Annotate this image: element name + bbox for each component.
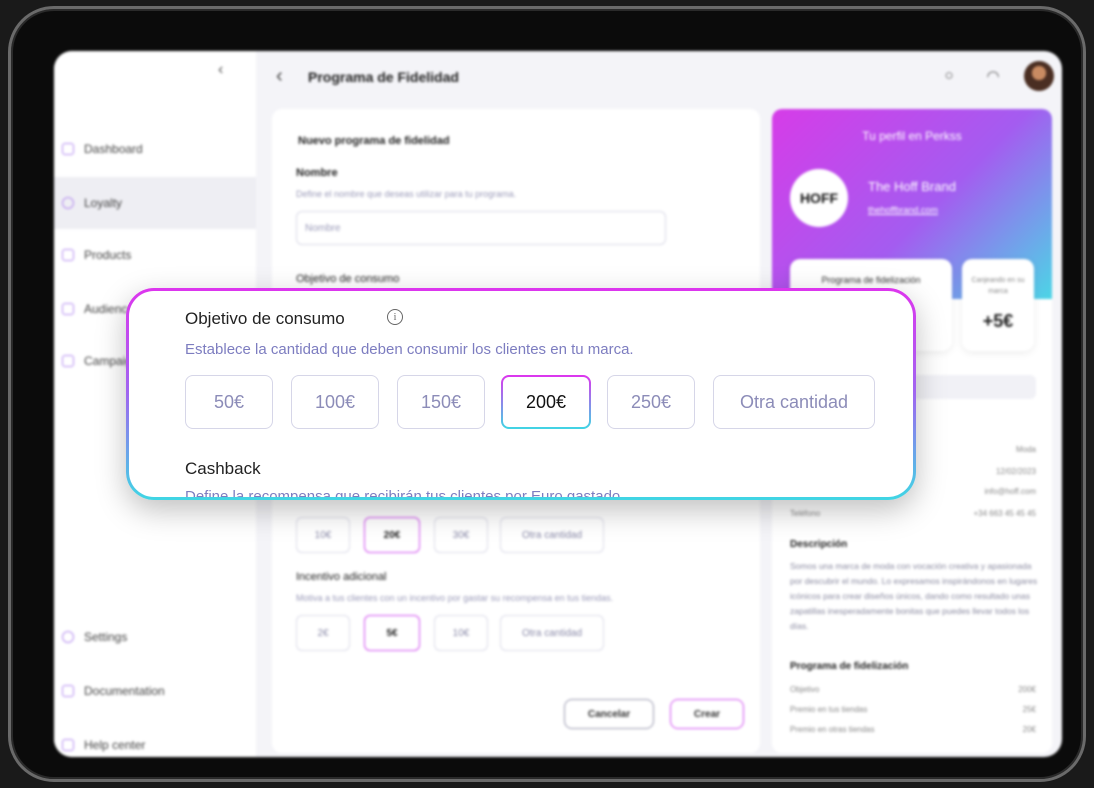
info-row: Teléfono +34 663 45 45 45	[790, 509, 1036, 518]
sidebar-item-label: Products	[84, 248, 132, 262]
sidebar-item-products[interactable]: Products	[54, 229, 256, 281]
sidebar-item-label: Loyalty	[84, 196, 123, 210]
goal-option-200[interactable]: 200€	[501, 375, 591, 429]
name-label: Nombre	[296, 167, 338, 179]
cashback-help-text: Define la recompensa que recibirán tus c…	[185, 488, 625, 497]
stat-program-label: Programa de fidelización	[821, 275, 921, 285]
bell-icon[interactable]: ◠	[984, 67, 1002, 85]
form-title: Nuevo programa de fidelidad	[298, 135, 450, 147]
gear-icon	[62, 631, 74, 643]
box-icon	[62, 249, 74, 261]
cashback-option-other[interactable]: Otra cantidad	[500, 517, 604, 553]
create-button[interactable]: Crear	[670, 699, 744, 729]
info-icon[interactable]: i	[387, 309, 403, 325]
stat-redeem-label: Canjeando en su marca	[971, 277, 1025, 295]
heart-icon	[62, 197, 74, 209]
description-title: Descripción	[790, 539, 848, 550]
goal-option-other[interactable]: Otra cantidad	[713, 375, 875, 429]
goal-help-text: Establece la cantidad que deben consumir…	[185, 341, 634, 358]
page-title: Programa de Fidelidad	[308, 69, 459, 85]
home-icon	[62, 143, 74, 155]
sidebar-item-loyalty[interactable]: Loyalty	[54, 177, 256, 229]
program-title: Programa de fidelización	[790, 661, 909, 672]
zoom-callout-content: Objetivo de consumo i Establece la canti…	[129, 291, 913, 497]
cashback-option-30[interactable]: 30€	[434, 517, 488, 553]
incentive-help-text: Motiva a tus clientes con un incentivo p…	[296, 593, 614, 603]
users-icon	[62, 303, 74, 315]
incentive-label: Incentivo adicional	[296, 571, 387, 583]
goal-option-100[interactable]: 100€	[291, 375, 379, 429]
brand-logo: HOFF	[790, 169, 848, 227]
sidebar-item-label: Settings	[84, 630, 128, 644]
name-input[interactable]: Nombre	[296, 211, 666, 245]
sidebar-item-settings[interactable]: Settings	[54, 611, 256, 663]
sidebar-item-help-center[interactable]: Help center	[54, 719, 256, 757]
profile-title: Tu perfil en Perkss	[862, 129, 962, 143]
document-icon	[62, 685, 74, 697]
program-row: Premio en tus tiendas 25€	[790, 705, 1036, 714]
sidebar-item-label: Documentation	[84, 684, 165, 698]
sidebar-item-label: Help center	[84, 738, 146, 752]
stat-redeem-value: +5€	[982, 311, 1014, 331]
goal-title: Objetivo de consumo	[185, 309, 345, 328]
avatar[interactable]	[1024, 61, 1054, 91]
back-chevron-icon[interactable]: ‹	[276, 65, 283, 88]
incentive-option-5[interactable]: 5€	[364, 615, 420, 651]
sidebar-item-dashboard[interactable]: Dashboard	[54, 123, 256, 175]
cancel-button[interactable]: Cancelar	[564, 699, 654, 729]
help-icon	[62, 739, 74, 751]
goal-option-50[interactable]: 50€	[185, 375, 273, 429]
program-row: Objetivo 200€	[790, 685, 1036, 694]
brand-url-link[interactable]: thehoffbrand.com	[868, 205, 938, 215]
description-text: Somos una marca de moda con vocación cre…	[790, 561, 1038, 631]
incentive-option-other[interactable]: Otra cantidad	[500, 615, 604, 651]
sidebar-item-documentation[interactable]: Documentation	[54, 665, 256, 717]
incentive-option-2[interactable]: 2€	[296, 615, 350, 651]
sidebar-item-label: Dashboard	[84, 142, 143, 156]
stat-card-redeem: Canjeando en su marca +5€	[962, 259, 1034, 351]
goal-option-250[interactable]: 250€	[607, 375, 695, 429]
collapse-sidebar-icon[interactable]: ‹	[218, 61, 223, 79]
program-row: Premio en otras tiendas 20€	[790, 725, 1036, 734]
calendar-icon	[62, 355, 74, 367]
cashback-option-10[interactable]: 10€	[296, 517, 350, 553]
cashback-title: Cashback	[185, 459, 261, 478]
top-bar: ‹ Programa de Fidelidad ○ ◠	[256, 51, 1062, 103]
cashback-option-20[interactable]: 20€	[364, 517, 420, 553]
name-help-text: Define el nombre que deseas utilizar par…	[296, 189, 517, 199]
zoom-callout: Objetivo de consumo i Establece la canti…	[126, 288, 916, 500]
goal-label: Objetivo de consumo	[296, 273, 400, 285]
search-icon[interactable]: ○	[940, 67, 958, 85]
goal-option-150[interactable]: 150€	[397, 375, 485, 429]
incentive-option-10[interactable]: 10€	[434, 615, 488, 651]
brand-name: The Hoff Brand	[868, 179, 956, 194]
